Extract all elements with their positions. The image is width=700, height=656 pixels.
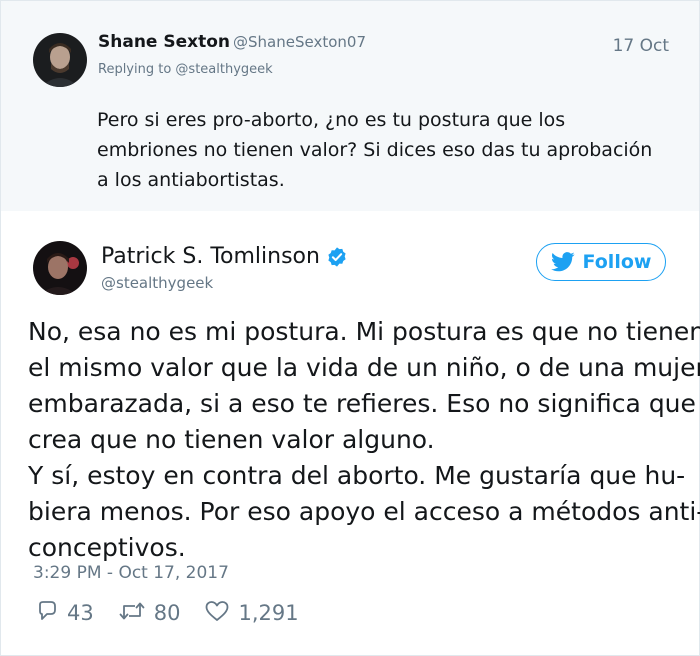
- reply-author-name-text[interactable]: Shane Sexton: [98, 32, 230, 52]
- reply-action[interactable]: 43: [35, 599, 94, 627]
- reply-tweet: Shane Sexton @ShaneSexton07 17 Oct Replyi…: [1, 1, 699, 211]
- reply-author-name[interactable]: Shane Sexton @ShaneSexton07: [98, 32, 366, 52]
- like-count: 1,291: [238, 601, 299, 625]
- tweet-line: el mismo valor que la vida de un niño, o…: [28, 353, 700, 382]
- tweet-line: conceptivos.: [28, 533, 186, 562]
- main-tweet-text: No, esa no es mi postura. Mi postura es …: [28, 314, 700, 566]
- main-author-avatar[interactable]: [33, 241, 87, 295]
- twitter-bird-icon: [550, 252, 575, 272]
- tweet-actions: 43 80 1,291: [35, 598, 323, 628]
- tweet-card: Shane Sexton @ShaneSexton07 17 Oct Replyi…: [0, 0, 700, 656]
- reply-icon[interactable]: [35, 599, 59, 627]
- follow-label[interactable]: Follow: [583, 251, 652, 273]
- replying-to[interactable]: Replying to @stealthygeek: [98, 62, 273, 77]
- heart-icon[interactable]: [204, 599, 230, 627]
- tweet-line: crea que no tienen valor alguno.: [28, 425, 435, 454]
- verified-badge-icon: [326, 246, 348, 268]
- retweet-action[interactable]: 80: [118, 599, 181, 627]
- follow-button[interactable]: Follow: [536, 243, 666, 281]
- reply-text: Pero si eres pro-aborto, ¿no es tu postu…: [97, 109, 653, 191]
- main-author-name[interactable]: Patrick S. Tomlinson: [101, 244, 348, 269]
- tweet-line: biera menos. Por eso apoyo el acceso a m…: [28, 497, 700, 526]
- like-action[interactable]: 1,291: [204, 599, 299, 627]
- tweet-line: Y sí, estoy en contra del aborto. Me gus…: [28, 461, 686, 490]
- reply-author-avatar[interactable]: [33, 33, 87, 87]
- main-author-handle[interactable]: @stealthygeek: [101, 274, 213, 292]
- tweet-timestamp[interactable]: 3:29 PM - Oct 17, 2017: [33, 563, 229, 583]
- tweet-line: embarazada, si a eso te refieres. Eso no…: [28, 389, 696, 418]
- reply-author-handle[interactable]: @ShaneSexton07: [233, 33, 366, 51]
- retweet-icon[interactable]: [118, 599, 146, 627]
- retweet-count: 80: [153, 601, 181, 625]
- main-author-name-text[interactable]: Patrick S. Tomlinson: [101, 244, 320, 269]
- tweet-line: No, esa no es mi postura. Mi postura es …: [28, 317, 700, 346]
- reply-count: 43: [67, 601, 94, 625]
- reply-date[interactable]: 17 Oct: [613, 36, 669, 56]
